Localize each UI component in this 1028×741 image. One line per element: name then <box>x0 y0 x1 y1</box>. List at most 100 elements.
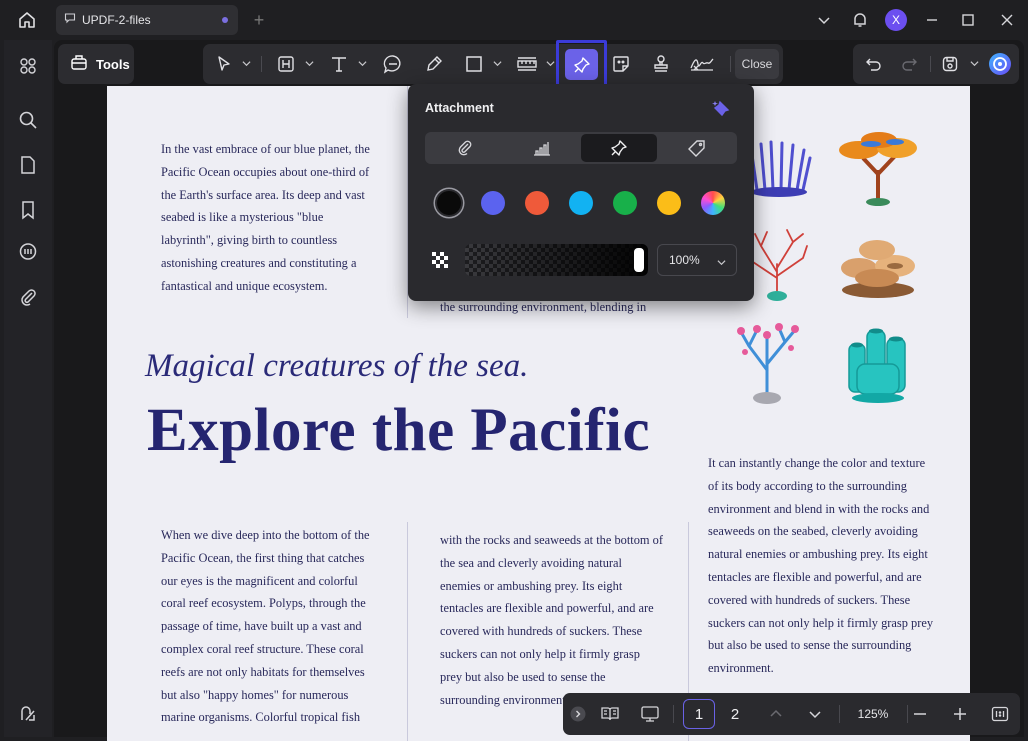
attachment-tool-button[interactable] <box>556 40 607 89</box>
select-cursor-icon[interactable] <box>213 52 235 76</box>
title-bar: UPDF-2-files + X <box>0 0 1028 40</box>
close-toolbar-button[interactable]: Close <box>735 49 779 79</box>
tag-icon[interactable] <box>659 134 735 162</box>
icon-type-selector <box>425 132 737 164</box>
page-2-button[interactable]: 2 <box>719 699 751 729</box>
save-icon[interactable] <box>939 52 961 76</box>
presentation-icon[interactable] <box>638 702 662 726</box>
left-sidebar <box>4 40 52 737</box>
purple-anemone-image <box>749 140 812 197</box>
mushroom-coral-image <box>841 240 915 298</box>
column-divider <box>407 522 408 741</box>
pushpin-icon[interactable] <box>581 134 657 162</box>
highlight-icon[interactable] <box>275 52 297 76</box>
opacity-slider-handle[interactable] <box>634 248 644 272</box>
pink-blue-coral-image <box>737 323 799 404</box>
intro-paragraph: In the vast embrace of our blue planet, … <box>161 142 370 293</box>
new-tab-button[interactable]: + <box>250 10 268 30</box>
chevron-down-icon[interactable] <box>492 58 502 68</box>
color-swatch-red[interactable] <box>525 191 549 215</box>
sticker-icon[interactable] <box>609 52 633 76</box>
tools-label: Tools <box>96 56 130 72</box>
tools-button[interactable]: Tools <box>58 44 134 84</box>
undo-icon[interactable] <box>863 52 885 76</box>
text-icon[interactable] <box>327 52 351 76</box>
minimize-button[interactable] <box>914 0 950 40</box>
opacity-gradient <box>465 244 648 276</box>
opacity-slider[interactable] <box>465 244 648 276</box>
subtitle: Magical creatures of the sea. <box>145 348 529 384</box>
headline: Explore the Pacific <box>147 397 651 464</box>
tab-title: UPDF-2-files <box>82 13 151 27</box>
attachment-popup: Attachment 100% <box>408 84 754 301</box>
color-swatch-blue[interactable] <box>481 191 505 215</box>
toolbar-divider <box>730 56 731 72</box>
column-3-text: It can instantly change the color and te… <box>708 456 934 676</box>
paperclip-icon[interactable] <box>427 134 503 162</box>
color-swatch-cyan[interactable] <box>569 191 593 215</box>
column-2-text: with the rocks and seaweeds at the botto… <box>440 533 663 707</box>
next-page-icon[interactable] <box>805 702 825 726</box>
bar-divider <box>839 705 840 723</box>
stamp-icon[interactable] <box>649 52 673 76</box>
bar-divider <box>907 705 908 723</box>
rectangle-icon[interactable] <box>462 52 486 76</box>
measure-ruler-icon[interactable] <box>515 52 539 76</box>
opacity-value: 100% <box>669 253 700 267</box>
actual-size-icon[interactable] <box>989 702 1011 726</box>
opacity-dropdown[interactable]: 100% <box>657 244 737 276</box>
toolbar-divider <box>261 56 262 72</box>
ai-assistant-icon[interactable] <box>987 52 1013 76</box>
zoom-out-icon[interactable] <box>910 702 930 726</box>
maximize-button[interactable] <box>950 0 986 40</box>
chevron-down-icon[interactable] <box>357 58 367 68</box>
chevron-down-icon[interactable] <box>969 58 979 68</box>
chevron-down-icon <box>717 256 726 270</box>
home-icon[interactable] <box>14 8 40 32</box>
red-sea-fan-image <box>748 229 808 301</box>
custom-color-picker[interactable] <box>701 191 725 215</box>
signature-icon[interactable] <box>687 52 717 76</box>
unsaved-dot <box>222 17 228 23</box>
zoom-level[interactable]: 125% <box>848 699 898 729</box>
chevron-down-icon[interactable] <box>304 58 314 68</box>
page-navigation-bar: 1 2 125% <box>563 693 1020 735</box>
bookmark-icon[interactable] <box>16 198 40 222</box>
graph-icon[interactable] <box>504 134 580 162</box>
column-1-text: When we dive deep into the bottom of the… <box>161 528 370 725</box>
chevron-down-icon[interactable] <box>241 58 251 68</box>
attachment-panel-icon[interactable] <box>16 285 40 309</box>
chevron-down-icon[interactable] <box>545 58 555 68</box>
page-1-button[interactable]: 1 <box>683 699 715 729</box>
comments-icon[interactable] <box>16 240 40 264</box>
tools-icon <box>70 53 88 76</box>
color-swatch-yellow[interactable] <box>657 191 681 215</box>
expand-arrow-icon[interactable] <box>569 702 587 726</box>
pencil-icon[interactable] <box>422 52 446 76</box>
redo-icon[interactable] <box>898 52 920 76</box>
text-comment-icon[interactable] <box>381 52 405 76</box>
close-window-button[interactable] <box>986 0 1028 40</box>
annotation-toolbar <box>203 44 783 84</box>
popup-title: Attachment <box>425 101 494 115</box>
pages-thumbnail-icon[interactable] <box>16 153 40 177</box>
apps-grid-icon[interactable] <box>16 54 40 78</box>
color-swatch-black[interactable] <box>437 191 461 215</box>
search-icon[interactable] <box>16 108 40 132</box>
previous-page-icon[interactable] <box>766 702 786 726</box>
chevron-down-icon[interactable] <box>806 0 842 40</box>
sparkle-pin-icon[interactable] <box>710 98 732 120</box>
toolbar-divider <box>930 56 931 72</box>
pushpin-icon <box>565 49 598 80</box>
color-swatch-green[interactable] <box>613 191 637 215</box>
notification-bell-icon[interactable] <box>842 0 878 40</box>
reading-mode-icon[interactable] <box>598 702 622 726</box>
right-toolbar <box>853 44 1019 84</box>
updf-logo-icon[interactable] <box>16 702 40 726</box>
bar-divider <box>673 705 674 723</box>
comment-icon <box>64 11 76 29</box>
user-avatar[interactable]: X <box>878 0 914 40</box>
document-tab[interactable]: UPDF-2-files <box>56 5 238 35</box>
transparency-icon <box>432 252 448 268</box>
zoom-in-icon[interactable] <box>950 702 970 726</box>
